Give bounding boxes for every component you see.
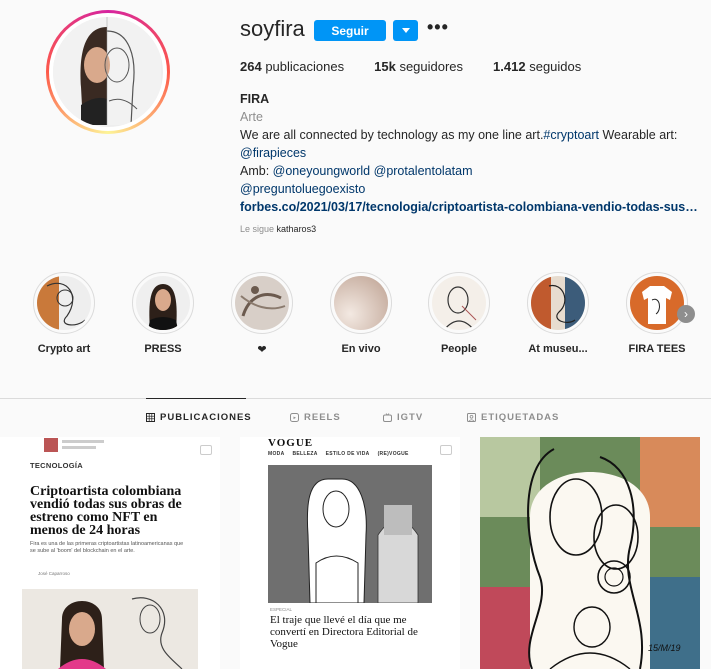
bio-text: We are all connected by technology as my… [240,128,678,142]
avatar-image [53,17,163,127]
article-author: José Caparroso [38,571,70,576]
highlight-label: ❤ [257,344,267,356]
highlight-item[interactable]: People [419,272,499,355]
highlight-item[interactable]: ❤ [222,272,302,356]
profile-avatar[interactable] [46,10,170,134]
post-thumbnail[interactable]: VOGUE MODA BELLEZA ESTILO DE VIDA (RE)VO… [240,437,460,669]
tab-reels[interactable]: REELS [290,412,341,423]
profile-name: FIRA [240,92,270,106]
highlight-item[interactable]: PRESS [123,272,203,355]
mention-link[interactable]: @firapieces [240,146,306,160]
highlight-item[interactable]: En vivo [321,272,401,355]
highlight-label: At museu... [528,343,588,355]
profile-stats: 264 publicaciones 15k seguidores 1.412 s… [240,59,611,74]
highlight-cover [235,276,289,330]
artist-signature: 15/M/19 [648,643,681,653]
post-thumbnail[interactable]: 15/M/19 [480,437,700,669]
grid-icon [146,413,155,422]
article-lead: Fira es una de las primeras criptoartist… [30,541,184,554]
tab-tagged[interactable]: ETIQUETADAS [467,412,559,423]
article-photo [268,465,432,603]
mention-link[interactable]: @preguntoluegoexisto [240,182,365,196]
post-thumbnail[interactable]: TECNOLOGÍA Criptoartista colombiana vend… [0,437,220,669]
mention-link[interactable]: @oneyoungworld [273,164,370,178]
article-category: TECNOLOGÍA [30,461,83,470]
highlights-next-button[interactable]: › [677,305,695,323]
tagged-icon [467,413,476,422]
reels-icon [290,413,299,422]
chevron-down-icon [401,27,410,33]
followed-by: Le sigue katharos3 [240,224,317,234]
more-options-icon[interactable]: ••• [427,18,448,39]
profile-bio: FIRA Arte We are all connected by techno… [240,90,700,216]
highlight-cover [136,276,190,330]
highlight-cover [630,276,684,330]
highlight-label: Crypto art [37,343,91,355]
article-title: Criptoartista colombiana vendió todas su… [30,484,182,538]
mention-link[interactable]: @protalentolatam [374,164,473,178]
tab-igtv[interactable]: IGTV [383,412,423,423]
multiple-photos-icon [200,445,212,455]
profile-tabs: PUBLICACIONES REELS IGTV ETIQUETADAS [0,412,711,426]
profile-username: soyfira [240,16,305,41]
following-count[interactable]: 1.412 seguidos [493,59,581,74]
highlight-cover [37,276,91,330]
follower-username[interactable]: katharos3 [277,224,317,234]
highlight-cover [432,276,486,330]
magazine-nav: MODA BELLEZA ESTILO DE VIDA (RE)VOGUE [268,451,409,457]
highlight-label: People [440,343,478,355]
chevron-right-icon: › [684,307,688,321]
highlight-item[interactable]: Crypto art [24,272,104,355]
highlight-label: En vivo [341,343,381,355]
igtv-icon [383,413,392,422]
multiple-photos-icon [440,445,452,455]
followers-count[interactable]: 15k seguidores [374,59,463,74]
article-title: El traje que llevé el día que me convert… [270,614,418,650]
artwork-image [480,437,700,669]
hashtag-link[interactable]: #cryptoart [543,128,599,142]
article-photo [22,589,198,669]
highlight-label: FIRA TEES [628,343,686,355]
suggested-accounts-button[interactable] [393,20,418,41]
profile-category: Arte [240,110,263,124]
website-link[interactable]: forbes.co/2021/03/17/tecnologia/criptoar… [240,198,700,216]
follow-button[interactable]: Seguir [314,20,386,41]
article-header-thumb [44,438,104,452]
article-tag: ESPECIAL [270,607,293,612]
active-tab-indicator [146,398,246,399]
highlight-cover [531,276,585,330]
highlight-cover [334,276,388,330]
tabs-divider [0,398,711,399]
highlight-item[interactable]: At museu... [518,272,598,355]
tab-posts[interactable]: PUBLICACIONES [146,412,252,423]
posts-count[interactable]: 264 publicaciones [240,59,344,74]
story-highlights: Crypto art PRESS ❤ En vivo People At mus… [0,272,711,362]
highlight-label: PRESS [144,343,182,355]
